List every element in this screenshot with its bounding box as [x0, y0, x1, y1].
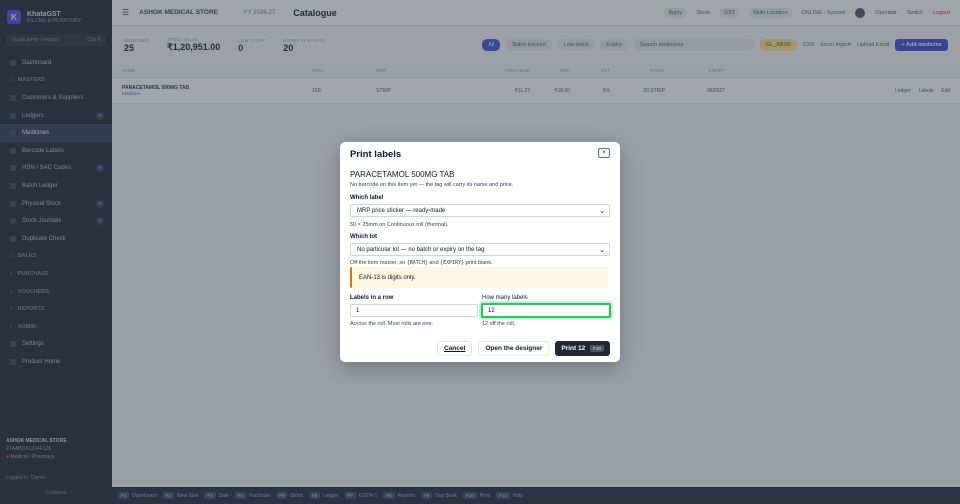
label-count-input[interactable]: 12: [481, 303, 611, 318]
print-shortcut: F10: [590, 345, 604, 352]
lot-select[interactable]: No particular lot — no batch or expiry o…: [350, 243, 610, 256]
dialog-actions: Cancel Open the designer Print 12 F10: [436, 341, 610, 356]
item-name: PARACETAMOL 500MG TAB: [350, 170, 455, 179]
count-hint: 12 off the roll.: [482, 321, 516, 327]
lot-hint-text: print blank.: [464, 260, 493, 266]
dialog-title: Print labels: [350, 149, 402, 160]
row-field-label: Labels in a row: [350, 295, 394, 301]
labels-per-row-input[interactable]: 1: [350, 304, 478, 317]
cancel-button[interactable]: Cancel: [436, 341, 473, 356]
expiry-placeholder: {EXPIRY}: [440, 260, 465, 266]
label-select-value: MRP price sticker — ready-made: [357, 207, 446, 214]
label-field-label: Which label: [350, 195, 384, 201]
open-designer-button[interactable]: Open the designer: [478, 341, 550, 356]
chevron-down-icon: ⌄: [599, 208, 605, 215]
print-label: Print 12: [561, 345, 586, 352]
warning-box: EAN-13 is digits only.: [350, 267, 608, 288]
lot-field-label: Which lot: [350, 234, 377, 240]
item-hint: No barcode on this item yet — the tag wi…: [350, 182, 514, 188]
count-field-label: How many labels: [482, 295, 528, 301]
designer-label: Open the designer: [485, 345, 543, 352]
warning-text: EAN-13 is digits only.: [359, 274, 416, 281]
lot-hint: Off the item master, so {BATCH} and {EXP…: [350, 260, 493, 266]
print-button[interactable]: Print 12 F10: [555, 341, 610, 356]
lot-hint-text: and: [427, 260, 441, 266]
label-select[interactable]: MRP price sticker — ready-made ⌄: [350, 204, 610, 217]
print-labels-dialog: Print labels × PARACETAMOL 500MG TAB No …: [340, 142, 620, 362]
cancel-label: Cancel: [443, 345, 466, 352]
lot-hint-text: Off the item master, so: [350, 260, 407, 266]
row-hint: Across the roll. Most rolls are one.: [350, 321, 434, 327]
lot-select-value: No particular lot — no batch or expiry o…: [357, 246, 485, 253]
chevron-down-icon: ⌄: [599, 247, 605, 254]
batch-placeholder: {BATCH}: [406, 260, 428, 266]
label-hint: 50 × 25mm on Continuous roll (thermal).: [350, 222, 449, 228]
close-button[interactable]: ×: [598, 148, 610, 158]
